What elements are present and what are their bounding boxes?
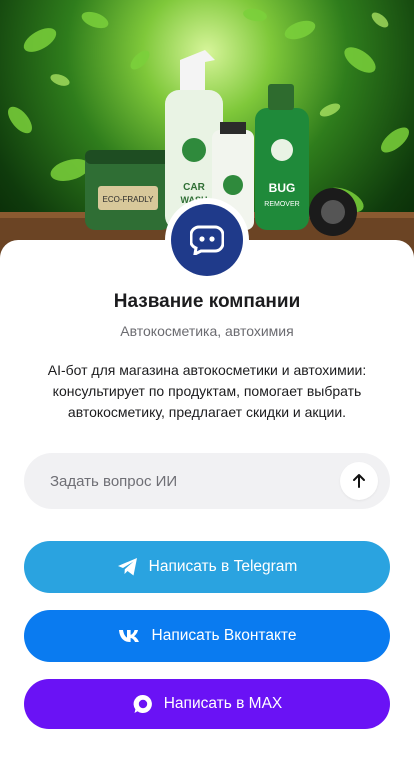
company-name: Название компании: [113, 291, 301, 312]
telegram-icon: [117, 557, 139, 577]
avatar: [171, 204, 243, 276]
telegram-button-label: Написать в Telegram: [148, 558, 298, 575]
max-icon: [132, 693, 154, 715]
ask-ai-field[interactable]: [24, 453, 390, 509]
company-category: Автокосметика, автохимия: [120, 323, 294, 339]
svg-text:REMOVER: REMOVER: [264, 201, 299, 208]
ask-ai-input[interactable]: [48, 460, 340, 502]
vk-icon: [118, 628, 142, 644]
vk-button[interactable]: Написать Вконтакте: [24, 610, 390, 662]
send-button[interactable]: [340, 462, 378, 500]
arrow-up-icon: [353, 474, 365, 488]
company-avatar: [165, 198, 249, 282]
company-description: AI-бот для магазина автокосметики и авто…: [47, 362, 367, 420]
svg-text:ECO-FRADLY: ECO-FRADLY: [103, 195, 155, 204]
svg-text:CAR: CAR: [183, 182, 205, 193]
chat-bot-icon: [190, 225, 224, 255]
max-button-label: Написать в MAX: [163, 695, 283, 712]
max-button[interactable]: Написать в MAX: [24, 679, 390, 729]
telegram-button[interactable]: Написать в Telegram: [24, 541, 390, 593]
vk-button-label: Написать Вконтакте: [151, 627, 297, 644]
svg-text:BUG: BUG: [269, 181, 296, 195]
